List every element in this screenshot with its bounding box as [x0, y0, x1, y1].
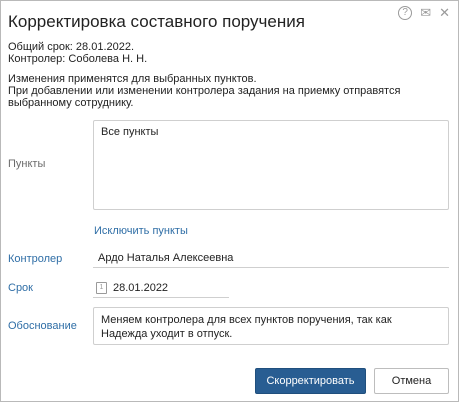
deadline-field[interactable]: 1 28.01.2022 [93, 278, 229, 298]
notice-text: Изменения применятся для выбранных пункт… [8, 73, 458, 109]
controller-value: Ардо Наталья Алексеевна [98, 252, 234, 264]
calendar-icon[interactable]: 1 [96, 281, 107, 294]
points-field[interactable]: Все пункты [93, 120, 449, 210]
submit-button[interactable]: Скорректировать [255, 368, 366, 394]
close-icon[interactable]: ✕ [439, 6, 450, 20]
correction-dialog: Корректировка составного поручения ? ✉ ✕… [0, 0, 459, 402]
reason-label: Обоснование [8, 320, 77, 332]
window-controls: ? ✉ ✕ [398, 6, 450, 20]
summary-deadline: Общий срок: 28.01.2022. [8, 41, 135, 53]
reason-field[interactable]: Меняем контролера для всех пунктов поруч… [93, 307, 449, 345]
exclude-points-link[interactable]: Исключить пункты [94, 225, 188, 237]
reason-value: Меняем контролера для всех пунктов поруч… [101, 314, 392, 340]
deadline-label: Срок [8, 282, 33, 294]
cancel-button[interactable]: Отмена [374, 368, 449, 394]
dialog-title: Корректировка составного поручения [8, 12, 305, 31]
notice-line-1: Изменения применятся для выбранных пункт… [8, 73, 257, 85]
summary-info: Общий срок: 28.01.2022. Контролер: Собол… [8, 41, 147, 65]
mail-icon[interactable]: ✉ [420, 6, 431, 20]
notice-line-2: При добавлении или изменении контролера … [8, 85, 401, 109]
controller-field[interactable]: Ардо Наталья Алексеевна [93, 246, 449, 268]
summary-controller: Контролер: Соболева Н. Н. [8, 53, 148, 65]
controller-label: Контролер [8, 253, 63, 265]
points-label: Пункты [8, 158, 46, 170]
deadline-value: 28.01.2022 [113, 281, 169, 294]
question-icon[interactable]: ? [398, 6, 413, 20]
points-value: Все пункты [101, 126, 159, 138]
